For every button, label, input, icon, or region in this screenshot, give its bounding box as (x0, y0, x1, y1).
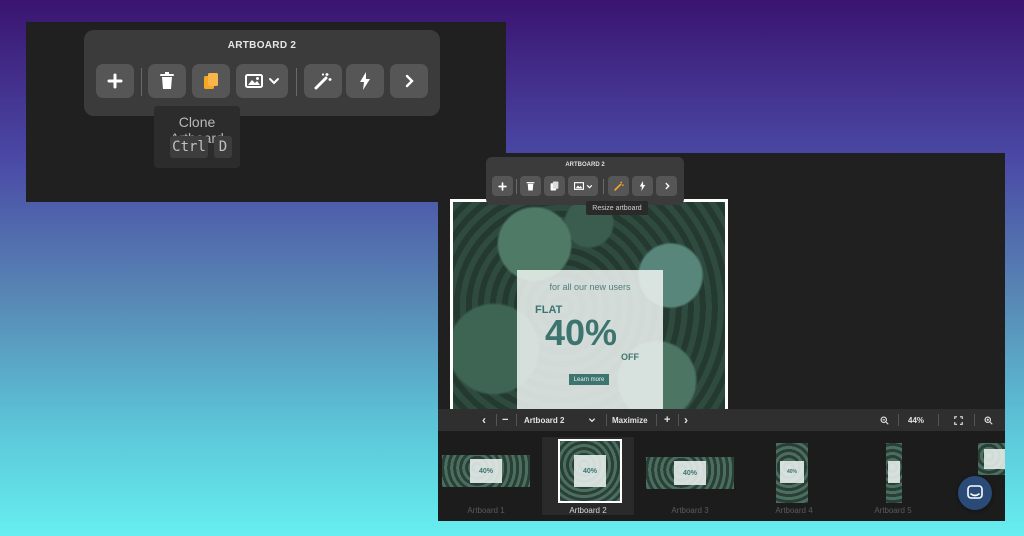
chevron-down-icon (268, 78, 279, 85)
thumbnail-image: 40% (776, 443, 808, 503)
chat-icon (967, 485, 983, 499)
chevron-down-icon (589, 418, 596, 423)
lightning-icon (360, 72, 370, 90)
prev-artboard-button[interactable]: ‹ (482, 409, 486, 431)
toolbar-divider (516, 179, 517, 194)
chevron-right-icon (664, 182, 670, 190)
image-icon (573, 182, 584, 190)
lightning-icon (639, 181, 646, 191)
add-artboard-button[interactable] (96, 64, 134, 98)
thumbnail-image: 40% (646, 457, 734, 489)
learn-more-button[interactable]: Learn more (569, 374, 609, 385)
toolbar-divider (603, 179, 604, 194)
artboard-thumbnail-3[interactable]: 40% Artboard 3 (642, 437, 738, 515)
nav-divider (938, 414, 939, 426)
promo-percent: 40% (545, 312, 618, 353)
artboard-thumbnail-5[interactable]: Artboard 5 (848, 437, 938, 515)
thumbnail-promo (984, 449, 1005, 469)
magic-wand-icon (314, 73, 332, 90)
image-dropdown-button[interactable] (236, 64, 288, 98)
thumbnail-promo (888, 461, 900, 483)
thumbnail-label: Artboard 2 (569, 506, 607, 515)
nav-divider (678, 414, 679, 426)
thumbnail-promo: 40% (674, 461, 706, 485)
thumbnail-label: Artboard 5 (874, 506, 912, 515)
thumbnail-image (978, 443, 1005, 475)
image-dropdown-button[interactable] (568, 176, 598, 196)
clone-artboard-button[interactable] (192, 64, 230, 98)
copy-icon (204, 73, 218, 89)
animate-button[interactable] (632, 176, 653, 196)
add-artboard-button[interactable] (492, 176, 513, 196)
animate-button[interactable] (346, 64, 384, 98)
plus-icon (498, 181, 507, 191)
promo-card[interactable]: for all our new users FLAT 40% OFF Learn… (517, 270, 663, 410)
fit-screen-icon (954, 415, 963, 425)
more-button[interactable] (656, 176, 677, 196)
thumbnail-image: 40% (442, 455, 530, 487)
remove-artboard-button[interactable]: − (502, 409, 508, 431)
more-button[interactable] (390, 64, 428, 98)
thumbnail-label: Artboard 4 (775, 506, 813, 515)
next-artboard-button[interactable]: › (684, 409, 688, 431)
clone-artboard-tooltip: Clone Artboard Ctrl D (154, 106, 240, 168)
artboard-navigation-bar: ‹ − Artboard 2 Maximize + › 44% (438, 409, 1005, 431)
zoom-out-button[interactable] (880, 409, 889, 431)
artboard-toolbar-small: ARTBOARD 2 (486, 157, 684, 205)
toolbar-divider (141, 68, 142, 96)
chevron-down-icon (586, 184, 592, 188)
thumbnail-promo: 40% (574, 455, 606, 487)
clone-artboard-button[interactable] (544, 176, 565, 196)
resize-artboard-tooltip: Resize artboard (586, 201, 648, 215)
delete-artboard-button[interactable] (520, 176, 541, 196)
fit-screen-button[interactable] (954, 409, 963, 431)
nav-divider (606, 414, 607, 426)
chevron-right-icon (405, 74, 414, 88)
promo-subtitle: for all our new users (549, 282, 631, 292)
nav-divider (898, 414, 899, 426)
editor-panel: for all our new users FLAT 40% OFF Learn… (438, 153, 1005, 521)
thumbnail-image (886, 443, 902, 503)
shortcut-key-ctrl: Ctrl (170, 136, 208, 158)
chat-launcher-button[interactable] (958, 476, 992, 510)
promo-off: OFF (621, 352, 639, 362)
artboard-canvas[interactable]: for all our new users FLAT 40% OFF Learn… (450, 199, 728, 412)
delete-artboard-button[interactable] (148, 64, 186, 98)
artboard-thumbnail-1[interactable]: 40% Artboard 1 (438, 437, 534, 515)
toolbar-title: ARTBOARD 2 (565, 162, 605, 168)
image-icon (244, 74, 263, 88)
trash-icon (526, 182, 535, 191)
add-artboard-nav-button[interactable]: + (664, 409, 670, 431)
toolbar-title: ARTBOARD 2 (227, 40, 297, 51)
zoom-out-icon (880, 415, 889, 425)
zoomed-toolbar-panel: ARTBOARD 2 Clone Artboard Ctrl D (26, 22, 506, 202)
copy-icon (550, 181, 559, 191)
artboard-thumbnail-2[interactable]: 40% Artboard 2 (542, 437, 634, 515)
magic-wand-icon (613, 181, 624, 191)
artboard-toolbar: ARTBOARD 2 (84, 30, 440, 116)
thumbnail-image: 40% (558, 439, 622, 503)
resize-artboard-button[interactable] (608, 176, 629, 196)
nav-divider (516, 414, 517, 426)
trash-icon (160, 72, 174, 89)
resize-artboard-button[interactable] (304, 64, 342, 98)
toolbar-divider (296, 68, 297, 96)
thumbnail-promo: 40% (780, 461, 804, 483)
artboard-select-value: Artboard 2 (524, 415, 565, 425)
thumbnail-label: Artboard 3 (671, 506, 709, 515)
zoom-in-button[interactable] (984, 409, 993, 431)
nav-divider (974, 414, 975, 426)
artboard-thumbnail-4[interactable]: 40% Artboard 4 (746, 437, 842, 515)
zoom-in-icon (984, 415, 993, 425)
zoom-level: 44% (908, 415, 925, 425)
nav-divider (496, 414, 497, 426)
plus-icon (107, 73, 123, 89)
shortcut-key-d: D (214, 136, 232, 158)
nav-divider (656, 414, 657, 426)
maximize-button[interactable]: Maximize (612, 409, 648, 431)
artboard-select[interactable]: Artboard 2 (524, 409, 596, 431)
thumbnail-label: Artboard 1 (467, 506, 505, 515)
artboard-thumbnail-strip: 40% Artboard 1 40% Artboard 2 40% Artboa… (438, 431, 1005, 521)
thumbnail-promo: 40% (470, 459, 502, 483)
